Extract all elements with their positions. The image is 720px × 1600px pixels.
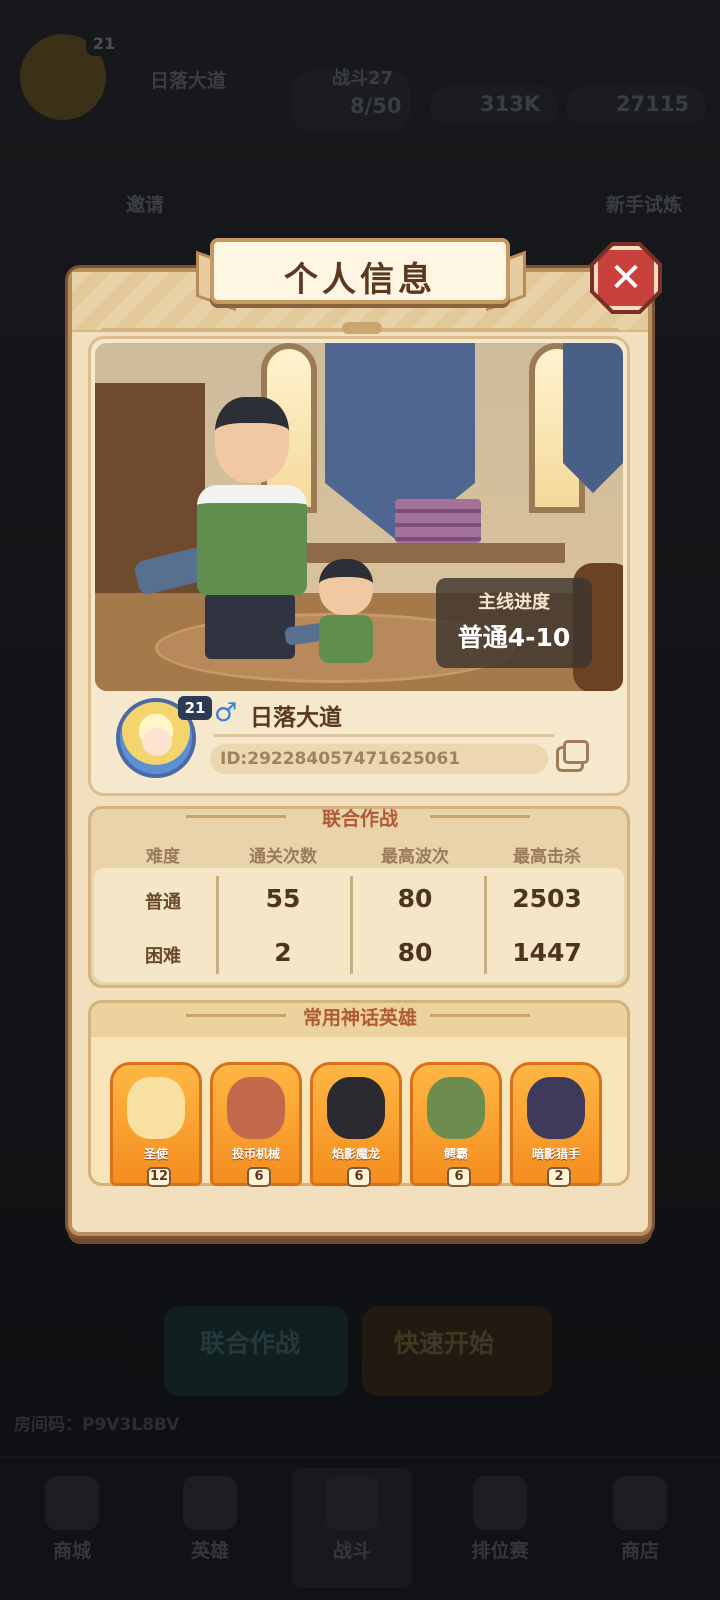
nickname-underline (214, 734, 554, 737)
avatar-face (142, 728, 172, 756)
hero-level: 6 (247, 1167, 271, 1187)
main-progress-value: 普通4-10 (457, 623, 571, 652)
male-gender-icon: ♂ (214, 698, 238, 728)
row-max-wave: 80 (397, 938, 433, 967)
hero-name: 鳄霸 (443, 1147, 468, 1161)
hero-name: 焰影魔龙 (331, 1147, 380, 1161)
panel-notch (342, 322, 382, 334)
scene-books (395, 499, 481, 543)
dialog-title: 个人信息 (284, 260, 436, 300)
main-progress-label: 主线进度 (478, 592, 550, 613)
row-max-kills: 2503 (512, 884, 582, 913)
hero-portrait (127, 1077, 185, 1139)
scene-banner (563, 343, 623, 493)
row-clears: 2 (274, 938, 292, 967)
hero-portrait (527, 1077, 585, 1139)
player-level-badge: 21 (178, 696, 212, 720)
hero-level: 12 (147, 1167, 171, 1187)
dialog-title-banner: 个人信息 (210, 238, 510, 304)
pet-head (319, 559, 373, 615)
hero-level: 6 (347, 1167, 371, 1187)
hero-body (197, 485, 307, 595)
hero-portrait (227, 1077, 285, 1139)
player-id: ID:292284057471625061 (210, 744, 548, 774)
row-max-kills: 1447 (512, 938, 582, 967)
pet-hero-figure (284, 559, 381, 669)
hero-name: 圣使 (143, 1147, 168, 1161)
hero-head (215, 397, 289, 483)
pet-body (319, 615, 373, 663)
header-difficulty: 难度 (146, 847, 180, 867)
hero-name: 暗影猎手 (531, 1147, 580, 1161)
hero-card[interactable]: 圣使 12 (110, 1062, 202, 1187)
hero-card[interactable]: 暗影猎手 2 (510, 1062, 602, 1187)
row-max-wave: 80 (397, 884, 433, 913)
header-clears: 通关次数 (249, 847, 317, 867)
coop-section-title: 联合作战 (321, 808, 398, 830)
hero-legs (205, 593, 295, 659)
hero-card[interactable]: 鳄霸 6 (410, 1062, 502, 1187)
row-clears: 55 (265, 884, 301, 913)
hero-card[interactable]: 焰影魔龙 6 (310, 1062, 402, 1187)
main-progress-box: 主线进度 普通4-10 (436, 578, 592, 668)
hero-name: 投币机械 (231, 1147, 280, 1161)
copy-icon[interactable] (556, 740, 589, 772)
hero-portrait (327, 1077, 385, 1139)
row-difficulty: 普通 (145, 892, 181, 913)
header-max-wave: 最高波次 (381, 847, 449, 867)
row-difficulty: 困难 (145, 946, 181, 967)
hero-level: 6 (447, 1167, 471, 1187)
header-max-kills: 最高击杀 (513, 847, 581, 867)
hero-level: 2 (547, 1167, 571, 1187)
player-nickname: 日落大道 (250, 705, 342, 731)
hero-card[interactable]: 投币机械 6 (210, 1062, 302, 1187)
hero-portrait (427, 1077, 485, 1139)
close-icon: ✕ (609, 255, 643, 301)
heroes-section-title: 常用神话英雄 (302, 1007, 417, 1029)
